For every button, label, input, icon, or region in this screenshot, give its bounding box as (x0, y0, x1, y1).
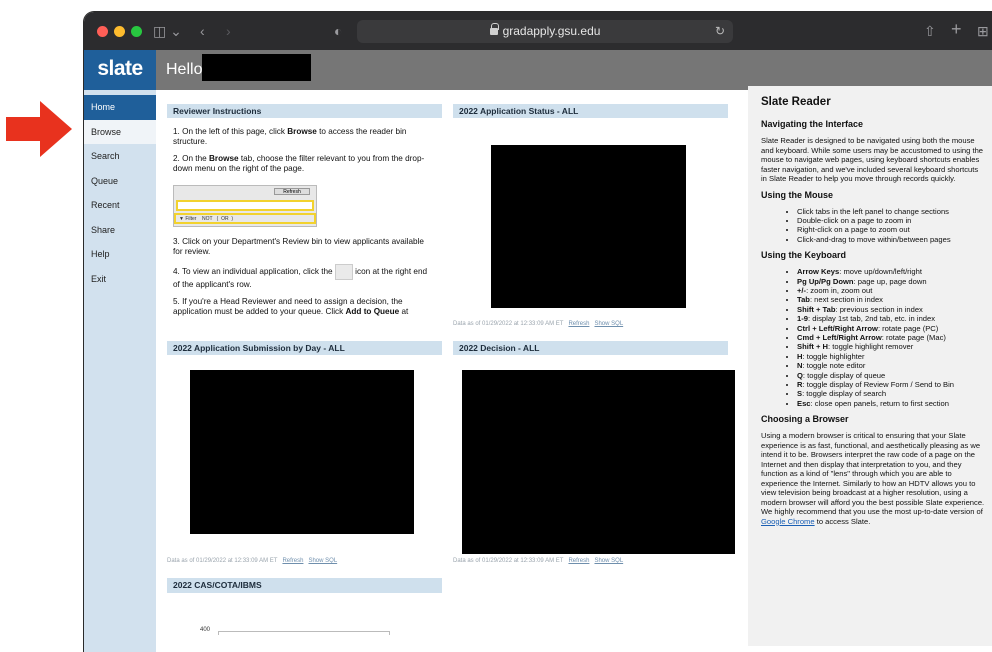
keyboard-list: Arrow Keys: move up/down/left/rightPg Up… (761, 267, 986, 408)
sidebar-item-help[interactable]: Help (84, 242, 156, 267)
using-keyboard-heading: Using the Keyboard (761, 250, 847, 261)
mouse-item: Right-click on a page to zoom out (797, 225, 986, 234)
submission-by-day-header: 2022 Application Submission by Day - ALL (167, 341, 442, 355)
keyboard-item: R: toggle display of Review Form / Send … (797, 380, 986, 389)
redacted-username (202, 54, 311, 81)
redacted-submission-chart (190, 370, 414, 534)
status-show-sql-link[interactable]: Show SQL (594, 321, 623, 327)
reviewer-instructions-header: Reviewer Instructions (167, 104, 442, 118)
keyboard-item: Shift + H: toggle highlight remover (797, 342, 986, 351)
nav-interface-heading: Navigating the Interface (761, 119, 864, 129)
sidebar-item-recent[interactable]: Recent (84, 193, 156, 218)
status-footer: Data as of 01/29/2022 at 12:33:09 AM ET … (453, 321, 624, 327)
keyboard-item: S: toggle display of search (797, 389, 986, 398)
view-application-icon (334, 264, 353, 280)
new-tab-icon[interactable]: + (951, 20, 962, 38)
keyboard-item: N: toggle note editor (797, 361, 986, 370)
zoom-window-button[interactable] (131, 26, 142, 37)
share-icon[interactable]: ⇧ (924, 22, 936, 40)
privacy-shield-icon[interactable]: ◐ (334, 22, 342, 40)
choosing-browser-text: Using a modern browser is critical to en… (761, 431, 985, 526)
cas-axis-tick: 400 (200, 627, 211, 633)
example-filter-dropdown (176, 200, 314, 211)
sidebar-item-queue[interactable]: Queue (84, 169, 156, 194)
instruction-step-1: 1. On the left of this page, click Brows… (173, 127, 407, 146)
decision-show-sql-link[interactable]: Show SQL (594, 558, 623, 564)
nav-interface-text: Slate Reader is designed to be navigated… (761, 136, 984, 183)
sidebar-toggle-icon[interactable]: ◫ ⌄ (153, 22, 182, 40)
keyboard-item: Q: toggle display of queue (797, 371, 986, 380)
instruction-step-3: 3. Click on your Department's Review bin… (173, 237, 424, 256)
redacted-decision-chart (462, 370, 735, 554)
sidebar: Home Browse Search Queue Recent Share He… (84, 90, 156, 652)
instruction-step-4: 4. To view an individual application, cl… (173, 264, 435, 290)
cas-header: 2022 CAS/COTA/IBMS (167, 578, 442, 593)
mouse-item: Click-and-drag to move within/between pa… (797, 235, 986, 244)
slate-header: slate Hello, (84, 50, 992, 90)
application-status-header: 2022 Application Status - ALL (453, 104, 728, 118)
submission-footer: Data as of 01/29/2022 at 12:33:09 AM ET … (167, 558, 338, 564)
address-bar[interactable]: gradapply.gsu.edu ↻ (357, 20, 733, 43)
instruction-step-5: 5. If you're a Head Reviewer and need to… (173, 297, 409, 316)
forward-icon[interactable]: › (226, 22, 231, 40)
submission-refresh-link[interactable]: Refresh (282, 558, 303, 564)
sidebar-item-share[interactable]: Share (84, 218, 156, 243)
sidebar-item-exit[interactable]: Exit (84, 267, 156, 292)
submission-show-sql-link[interactable]: Show SQL (308, 558, 337, 564)
decision-refresh-link[interactable]: Refresh (568, 558, 589, 564)
keyboard-item: Arrow Keys: move up/down/left/right (797, 267, 986, 276)
red-arrow-annotation (6, 101, 72, 157)
back-icon[interactable]: ‹ (200, 22, 205, 40)
url-text: gradapply.gsu.edu (502, 24, 601, 38)
keyboard-item: 1-9: display 1st tab, 2nd tab, etc. in i… (797, 314, 986, 323)
redacted-status-chart (491, 145, 686, 308)
tab-overview-icon[interactable]: ⊞ (977, 22, 989, 40)
slate-logo[interactable]: slate (84, 50, 156, 90)
sidebar-item-browse[interactable]: Browse (84, 119, 156, 144)
sidebar-item-home[interactable]: Home (84, 95, 156, 120)
close-window-button[interactable] (97, 26, 108, 37)
keyboard-item: Cmd + Left/Right Arrow: rotate page (Mac… (797, 333, 986, 342)
reader-title: Slate Reader (761, 96, 831, 108)
mouse-list: Click tabs in the left panel to change s… (761, 207, 986, 245)
using-mouse-heading: Using the Mouse (761, 189, 834, 200)
keyboard-item: Pg Up/Pg Down: page up, page down (797, 277, 986, 286)
lock-icon (489, 23, 499, 35)
mouse-item: Click tabs in the left panel to change s… (797, 207, 986, 216)
reload-icon[interactable]: ↻ (715, 20, 725, 43)
decision-header: 2022 Decision - ALL (453, 341, 728, 355)
example-refresh-button: Refresh (274, 188, 310, 195)
keyboard-item: Tab: next section in index (797, 295, 986, 304)
greeting: Hello, (166, 61, 207, 78)
minimize-window-button[interactable] (114, 26, 125, 37)
filter-example-image: Refresh ▼ Filter NOT ( OR ) (173, 185, 317, 227)
slate-reader-panel: Slate Reader Navigating the Interface Sl… (748, 86, 992, 646)
keyboard-item: Ctrl + Left/Right Arrow: rotate page (PC… (797, 324, 986, 333)
decision-footer: Data as of 01/29/2022 at 12:33:09 AM ET … (453, 558, 624, 564)
google-chrome-link[interactable]: Google Chrome (761, 517, 815, 526)
keyboard-item: +/-: zoom in, zoom out (797, 286, 986, 295)
browser-titlebar: ◫ ⌄ ‹ › ◐ gradapply.gsu.edu ↻ ⇧ + ⊞ (84, 12, 992, 50)
status-refresh-link[interactable]: Refresh (568, 321, 589, 327)
mouse-item: Double-click on a page to zoom in (797, 216, 986, 225)
keyboard-item: H: toggle highlighter (797, 352, 986, 361)
keyboard-item: Esc: close open panels, return to first … (797, 399, 986, 408)
keyboard-item: Shift + Tab: previous section in index (797, 305, 986, 314)
instruction-step-2: 2. On the Browse tab, choose the filter … (173, 154, 425, 173)
cas-chart-frame (218, 631, 390, 635)
example-filter-bar: ▼ Filter NOT ( OR ) (174, 213, 316, 224)
choosing-browser-heading: Choosing a Browser (761, 414, 849, 425)
sidebar-item-search[interactable]: Search (84, 144, 156, 169)
